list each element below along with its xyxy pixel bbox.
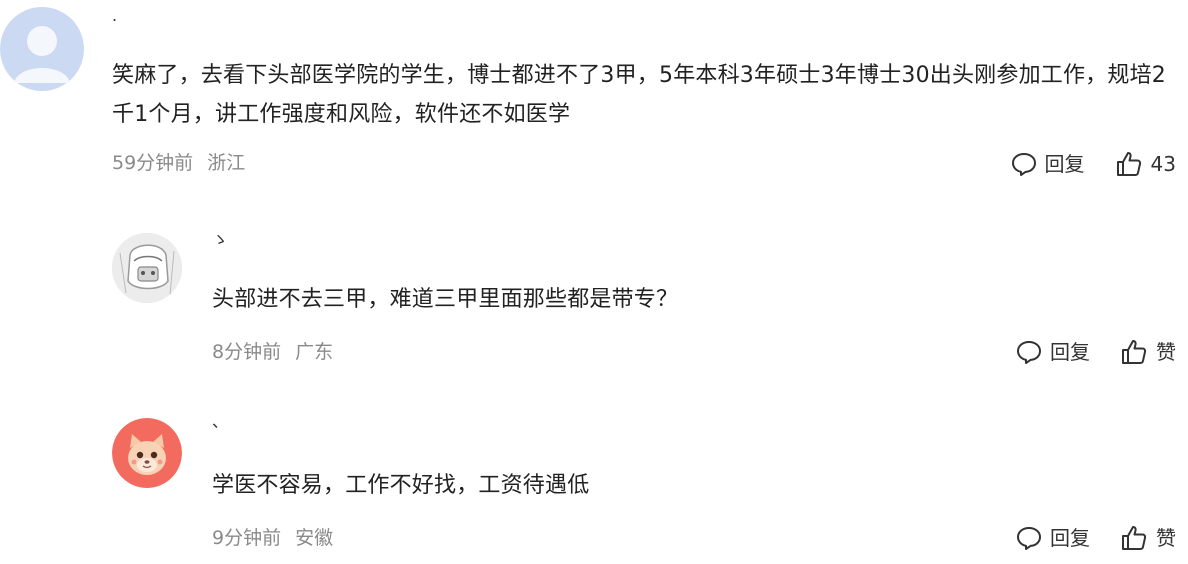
comment-actions: 回复 赞 xyxy=(1016,338,1176,366)
comment-meta: 9分钟前 安徽 xyxy=(212,526,333,550)
timestamp: 8分钟前 xyxy=(212,341,282,363)
comment-meta: 8分钟前 广东 xyxy=(212,340,333,364)
timestamp: 9分钟前 xyxy=(212,527,282,549)
username[interactable]: ゝ xyxy=(212,232,228,248)
comment-text: 笑麻了，去看下头部医学院的学生，博士都进不了3甲，5年本科3年硕士3年博士30出… xyxy=(112,63,1166,127)
avatar[interactable] xyxy=(112,233,182,303)
comment-actions: 回复 赞 xyxy=(1016,524,1176,552)
reply-button[interactable]: 回复 xyxy=(1016,339,1090,365)
thumbs-up-icon xyxy=(1122,340,1147,364)
username[interactable]: . xyxy=(112,8,117,24)
reply-button[interactable]: 回复 xyxy=(1016,525,1090,551)
sketch-character-avatar-icon xyxy=(112,233,182,303)
like-button[interactable]: 赞 xyxy=(1120,338,1176,366)
reply-label: 回复 xyxy=(1050,526,1090,550)
comment-actions: 回复 43 xyxy=(1011,150,1176,178)
default-user-avatar-icon xyxy=(0,7,84,91)
reply-icon xyxy=(1017,527,1041,550)
like-count: 43 xyxy=(1150,152,1176,176)
like-button[interactable]: 赞 xyxy=(1120,524,1176,552)
thumbs-up-icon xyxy=(1122,526,1147,550)
cartoon-cat-avatar-icon xyxy=(112,418,182,488)
thumbs-up-icon xyxy=(1116,152,1141,176)
reply-button[interactable]: 回复 xyxy=(1011,151,1085,177)
avatar[interactable] xyxy=(112,418,182,488)
location: 安徽 xyxy=(295,527,334,549)
reply-label: 回复 xyxy=(1050,340,1090,364)
timestamp: 59分钟前 xyxy=(112,152,194,174)
reply-icon xyxy=(1011,153,1036,176)
comment-text: 头部进不去三甲，难道三甲里面那些都是带专？ xyxy=(212,287,679,312)
like-label: 赞 xyxy=(1156,526,1176,550)
like-label: 赞 xyxy=(1156,340,1176,364)
location: 广东 xyxy=(295,341,334,363)
like-button[interactable]: 43 xyxy=(1115,150,1176,178)
username[interactable]: 、 xyxy=(212,414,228,430)
location: 浙江 xyxy=(207,152,246,174)
reply-icon xyxy=(1017,341,1041,364)
avatar[interactable] xyxy=(0,5,84,93)
reply-label: 回复 xyxy=(1044,152,1085,176)
comment-meta: 59分钟前 浙江 xyxy=(112,151,245,175)
comment-text: 学医不容易，工作不好找，工资待遇低 xyxy=(212,473,590,498)
